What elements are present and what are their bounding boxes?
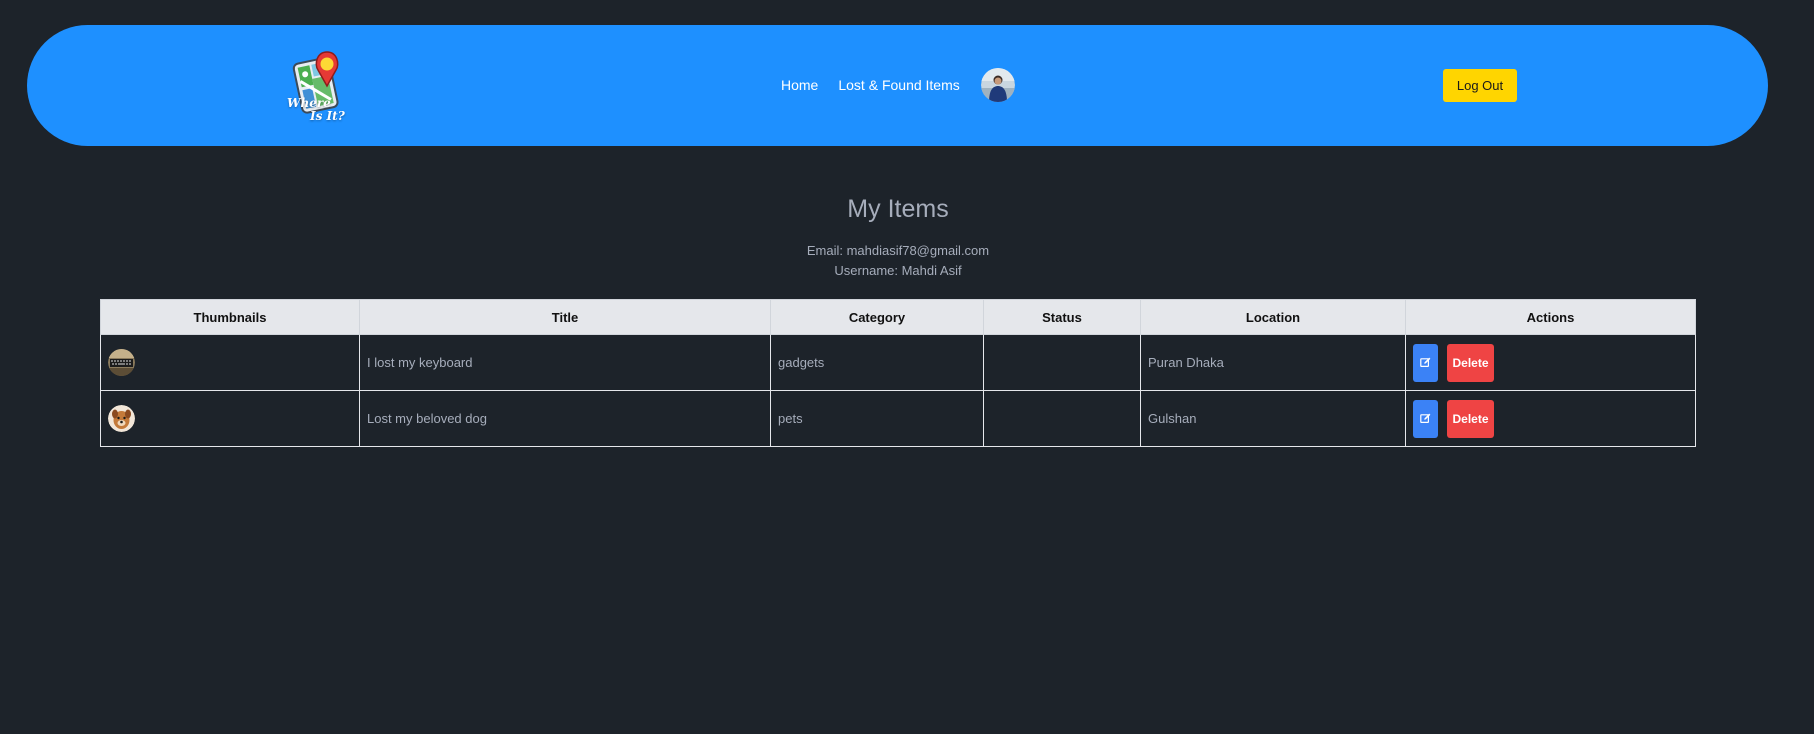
row-actions: Delete — [1413, 343, 1688, 382]
cell-status — [983, 390, 1141, 447]
table-header-row: Thumbnails Title Category Status Locatio… — [100, 299, 1696, 335]
user-email: Email: mahdiasif78@gmail.com — [806, 243, 990, 258]
cell-title: I lost my keyboard — [359, 334, 771, 391]
delete-button[interactable]: Delete — [1447, 399, 1494, 438]
cell-location: Puran Dhaka — [1140, 334, 1406, 391]
header-title: Title — [359, 299, 771, 335]
table-row: Lost my beloved dog pets Gulshan Delete — [100, 390, 1696, 447]
header-status: Status — [983, 299, 1141, 335]
header-thumbnails: Thumbnails — [100, 299, 360, 335]
edit-icon — [1420, 413, 1431, 423]
cell-thumbnail — [100, 390, 360, 447]
cell-status — [983, 334, 1141, 391]
navbar: Where Is It? Home Lost & Found Items Log… — [27, 25, 1768, 146]
header-location: Location — [1140, 299, 1406, 335]
user-avatar[interactable] — [980, 68, 1015, 102]
edit-icon — [1420, 357, 1431, 367]
user-info: Email: mahdiasif78@gmail.com Username: M… — [0, 241, 1796, 281]
keyboard-thumbnail — [108, 349, 135, 376]
nav-links: Home Lost & Found Items — [781, 67, 1015, 103]
cell-thumbnail — [100, 334, 360, 391]
table-row: I lost my keyboard gadgets Puran Dhaka D… — [100, 334, 1696, 391]
cell-actions: Delete — [1405, 390, 1696, 447]
nav-link-home[interactable]: Home — [781, 77, 818, 93]
cell-category: gadgets — [770, 334, 984, 391]
edit-button[interactable] — [1413, 399, 1438, 438]
dog-thumbnail — [108, 405, 135, 432]
logo-text[interactable]: Where Is It? — [287, 97, 345, 123]
row-actions: Delete — [1413, 399, 1688, 438]
user-username: Username: Mahdi Asif — [834, 263, 962, 278]
logo-text-line2: Is It? — [310, 109, 345, 123]
edit-button[interactable] — [1413, 343, 1438, 382]
cell-category: pets — [770, 390, 984, 447]
header-actions: Actions — [1405, 299, 1696, 335]
logout-button[interactable]: Log Out — [1443, 69, 1517, 102]
items-table: Thumbnails Title Category Status Locatio… — [100, 299, 1696, 447]
nav-link-lost-found-items[interactable]: Lost & Found Items — [838, 77, 959, 93]
page-title: My Items — [847, 195, 949, 223]
cell-location: Gulshan — [1140, 390, 1406, 447]
header-category: Category — [770, 299, 984, 335]
delete-button[interactable]: Delete — [1447, 343, 1494, 382]
cell-actions: Delete — [1405, 334, 1696, 391]
cell-title: Lost my beloved dog — [359, 390, 771, 447]
